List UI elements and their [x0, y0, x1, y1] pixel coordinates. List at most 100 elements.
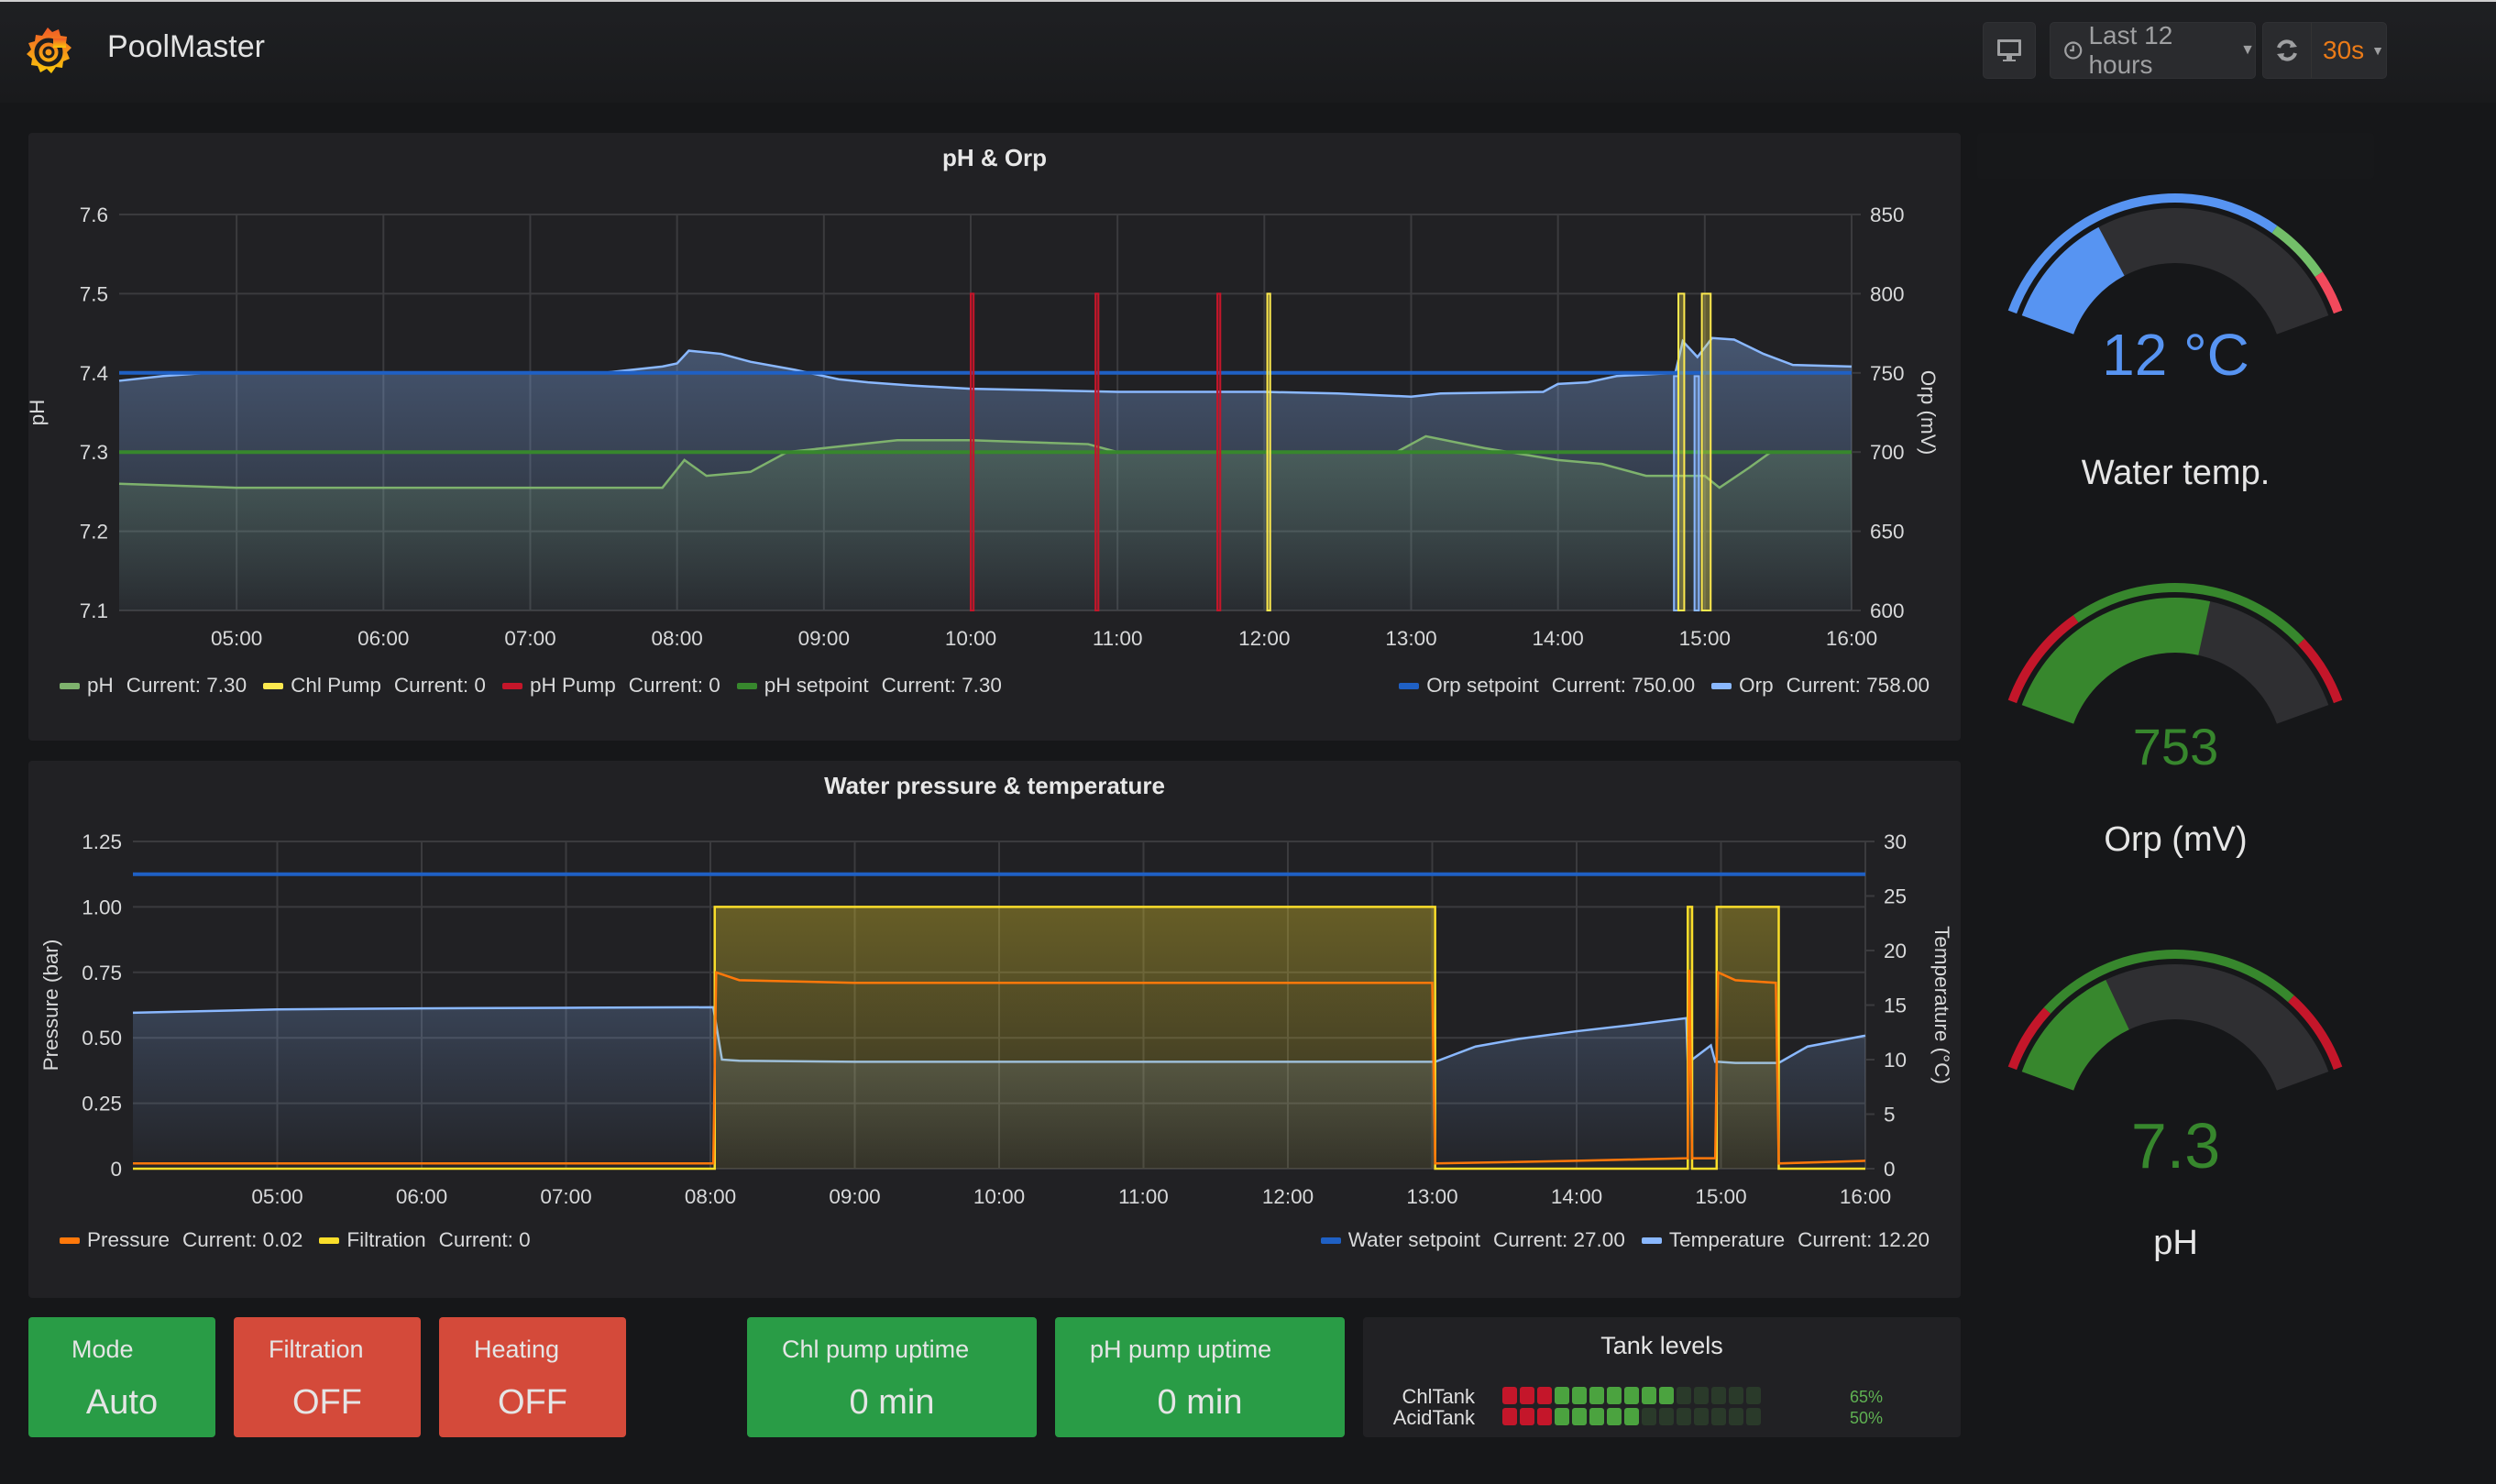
gauge-panel-header: [1977, 133, 2374, 179]
monitor-icon: [1997, 39, 2021, 61]
legend-swatch[interactable]: [263, 682, 284, 689]
y2-tick-label: 15: [1884, 995, 1907, 1017]
x-tick-label: 05:00: [251, 1185, 302, 1208]
x-tick-label: 14:00: [1551, 1185, 1602, 1208]
tank-levels-panel: Tank levels ChlTank 65% AcidTank 50%: [1363, 1317, 1961, 1437]
x-tick-label: 16:00: [1826, 627, 1877, 650]
stat-value: Auto: [85, 1383, 159, 1422]
x-tick-label: 06:00: [357, 627, 409, 650]
legend-swatch[interactable]: [60, 682, 80, 689]
x-tick-label: 12:00: [1238, 627, 1290, 650]
tank-level-cell: [1711, 1387, 1726, 1404]
legend-item-ph[interactable]: pH Current: 7.30: [60, 674, 247, 698]
tank-level-cell: [1677, 1387, 1691, 1404]
y2-tick-label: 5: [1884, 1104, 1896, 1127]
legend-swatch[interactable]: [1399, 682, 1420, 689]
tv-mode-button[interactable]: [1983, 22, 2036, 79]
tank-level-cell: [1624, 1408, 1639, 1425]
tank-level-bar: [1502, 1408, 1764, 1425]
legend-item-pressure[interactable]: Pressure Current: 0.02: [60, 1228, 302, 1252]
pressure-temperature-panel: Water pressure & temperature 0 0.25 0.50 0.…: [28, 761, 1961, 1298]
y2-tick-label: 650: [1870, 521, 1905, 544]
legend-item-orp_setpoint[interactable]: Orp setpoint Current: 750.00: [1399, 674, 1695, 698]
legend-item-ph_setpoint[interactable]: pH setpoint Current: 7.30: [736, 674, 1002, 698]
chart-legend-right: Orp setpoint Current: 750.00 Orp Current: 7…: [1399, 674, 1946, 698]
stat-title: Chl pump uptime: [782, 1336, 970, 1363]
y2-tick-label: 25: [1884, 885, 1907, 908]
refresh-icon: [2277, 39, 2297, 61]
y-tick-label: 7.4: [80, 362, 108, 385]
legend-item-ph_pump[interactable]: pH Pump Current: 0: [501, 674, 720, 698]
legend-item-water_setpoint[interactable]: Water setpoint Current: 27.00: [1320, 1228, 1625, 1252]
legend-label[interactable]: pH Pump: [530, 674, 616, 698]
legend-label[interactable]: Water setpoint: [1348, 1228, 1480, 1252]
x-tick-label: 15:00: [1695, 1185, 1746, 1208]
y-tick-label: 7.5: [80, 282, 108, 305]
ph-pump-pulse: [1094, 292, 1100, 611]
x-tick-label: 07:00: [540, 1185, 591, 1208]
dashboard-title[interactable]: PoolMaster: [107, 29, 265, 65]
legend-label[interactable]: pH setpoint: [764, 674, 869, 698]
legend-label[interactable]: pH: [87, 674, 114, 698]
y2-tick-label: 30: [1884, 830, 1907, 853]
panel-title[interactable]: Tank levels: [1363, 1332, 1961, 1360]
legend-swatch[interactable]: [319, 1237, 340, 1244]
series-layer: [132, 872, 1866, 1171]
tank-level-cell: [1502, 1408, 1517, 1425]
gauge-value: 12 °C: [2102, 322, 2249, 388]
legend-label[interactable]: Orp: [1739, 674, 1774, 698]
orp-drop-mark: [1693, 375, 1700, 611]
tank-level-cell: [1555, 1408, 1569, 1425]
chart-legend-left: Pressure Current: 0.02 Filtration Current: …: [60, 1228, 547, 1252]
legend-swatch[interactable]: [1641, 1237, 1662, 1244]
refresh-button[interactable]: [2263, 23, 2312, 78]
y-tick-label: 1.00: [82, 896, 122, 918]
legend-swatch[interactable]: [60, 1237, 80, 1244]
legend-item-chl_pump[interactable]: Chl Pump Current: 0: [263, 674, 486, 698]
x-tick-label: 15:00: [1679, 627, 1731, 650]
refresh-picker[interactable]: 30s ▼: [2262, 22, 2387, 79]
grafana-logo-icon[interactable]: [20, 24, 75, 79]
legend-swatch[interactable]: [1320, 1237, 1341, 1244]
y-tick-label: 0.75: [82, 962, 122, 984]
tank-level-cell: [1555, 1387, 1569, 1404]
ph-gauge: 7.3 pH: [1977, 930, 2374, 1297]
y2-tick-label: 700: [1870, 441, 1905, 464]
time-range-label: Last 12 hours: [2088, 21, 2173, 79]
legend-current-value: Current: 0: [438, 1228, 531, 1251]
legend-label[interactable]: Filtration: [346, 1228, 425, 1252]
legend-swatch[interactable]: [1711, 682, 1732, 689]
stat-title: Filtration: [269, 1336, 364, 1363]
gauge-label: Water temp.: [2081, 454, 2271, 492]
pressure-temperature-chart[interactable]: 0 0.25 0.50 0.75 1.00 1.25 0 5 10 15 20 25 30 05:00 06…: [28, 761, 1961, 1298]
legend-label[interactable]: Chl Pump: [291, 674, 381, 698]
tank-level-cell: [1589, 1387, 1604, 1404]
ph-orp-chart[interactable]: 7.1 7.2 7.3 7.4 7.5 7.6 600 650 700 750 800 850 05:0…: [28, 133, 1961, 741]
legend-label[interactable]: Orp setpoint: [1426, 674, 1539, 698]
tank-level-cell: [1729, 1408, 1743, 1425]
time-range-picker[interactable]: Last 12 hours ▼: [2050, 21, 2256, 79]
tank-level-cell: [1520, 1408, 1534, 1425]
y-tick-label: 0.25: [82, 1093, 122, 1116]
legend-item-filtration[interactable]: Filtration Current: 0: [319, 1228, 531, 1252]
legend-swatch[interactable]: [736, 682, 757, 689]
legend-item-temperature[interactable]: Temperature Current: 12.20: [1641, 1228, 1930, 1252]
legend-label[interactable]: Pressure: [87, 1228, 170, 1252]
refresh-interval[interactable]: 30s: [2323, 36, 2364, 65]
tank-level-cell: [1711, 1408, 1726, 1425]
legend-label[interactable]: Temperature: [1669, 1228, 1785, 1252]
series-layer: [118, 292, 1853, 611]
orp-gauge: 753 Orp (mV): [1977, 564, 2374, 930]
filtration-stat: Filtration OFF: [234, 1317, 421, 1437]
tank-level-cell: [1572, 1387, 1587, 1404]
y-tick-label: 0.50: [82, 1027, 122, 1050]
stat-value: OFF: [498, 1383, 567, 1422]
clock-icon: [2064, 41, 2083, 60]
gauge-value-bar: [2021, 979, 2129, 1091]
gauge-value: 753: [2132, 718, 2219, 775]
tank-level-cell: [1607, 1387, 1622, 1404]
caret-down-icon: ▼: [2240, 42, 2255, 58]
tank-name: ChlTank: [1402, 1385, 1475, 1408]
legend-swatch[interactable]: [501, 682, 522, 689]
legend-item-orp[interactable]: Orp Current: 758.00: [1711, 674, 1930, 698]
